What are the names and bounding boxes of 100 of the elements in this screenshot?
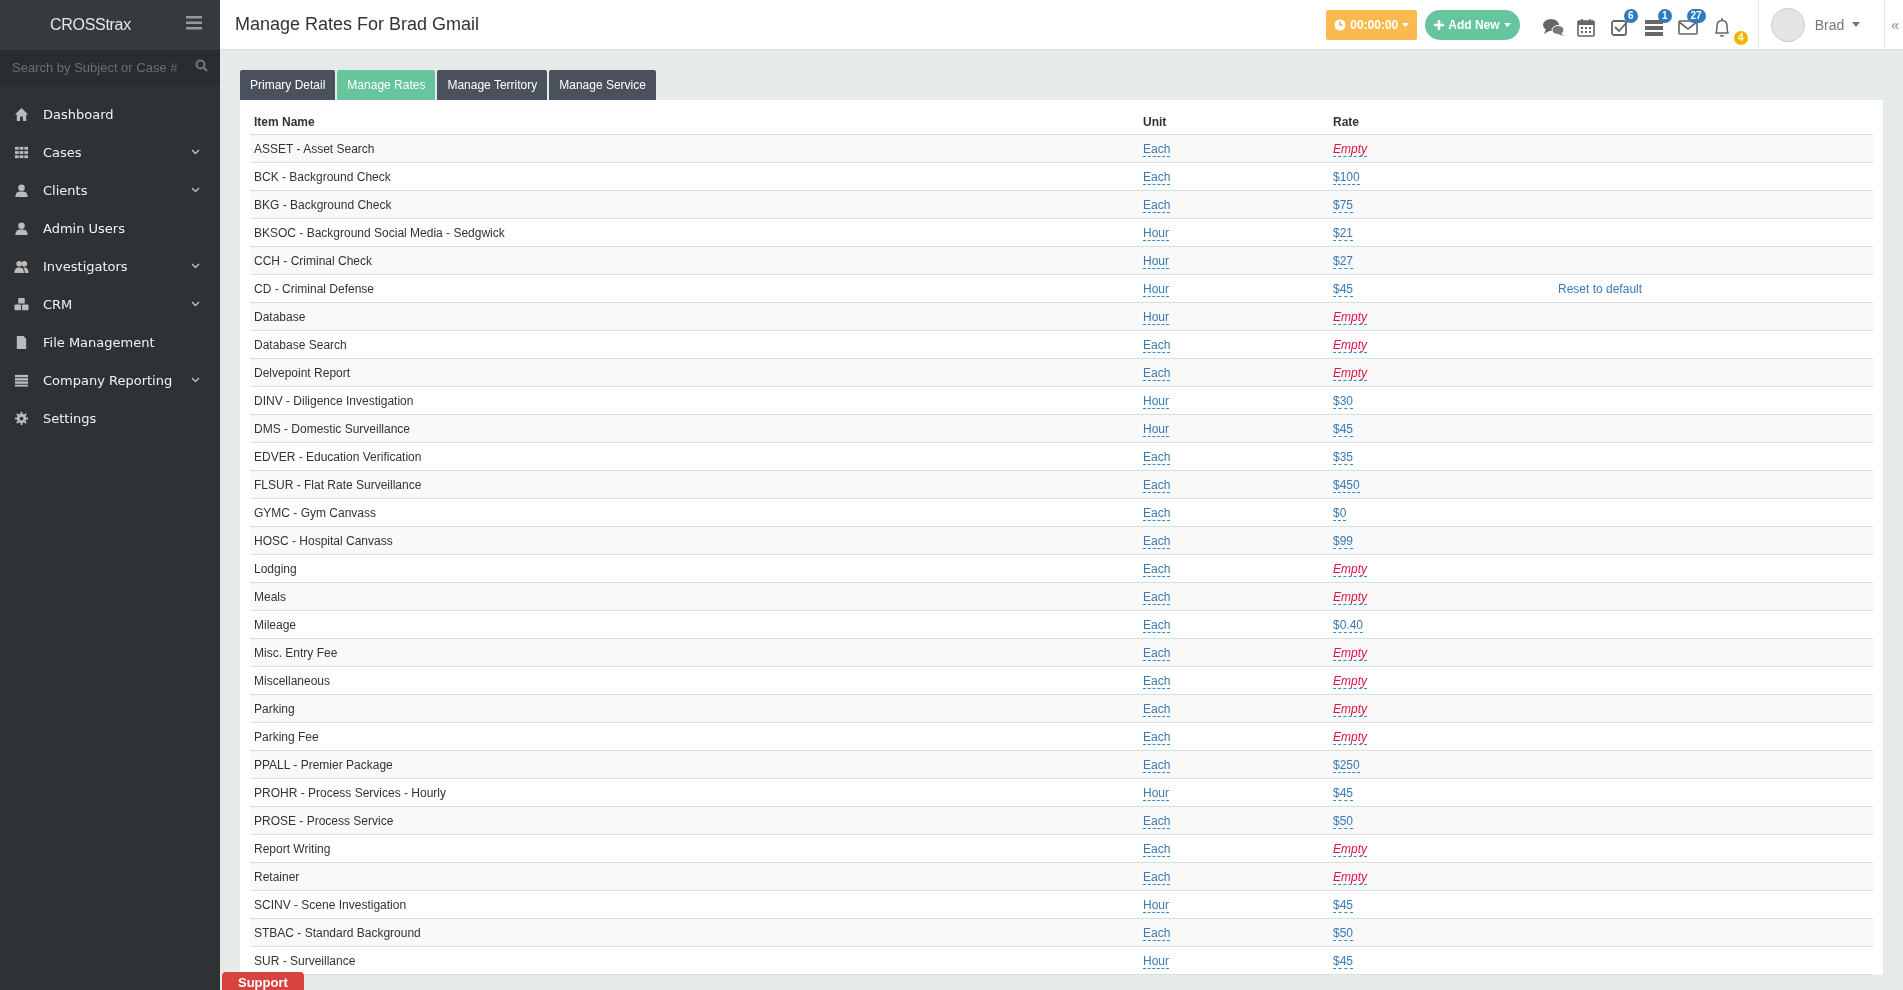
rate-link[interactable]: $100 (1333, 169, 1360, 185)
unit-link[interactable]: Each (1143, 645, 1171, 661)
rate-link[interactable]: $450 (1333, 477, 1360, 493)
rate-link[interactable]: $21 (1333, 225, 1354, 241)
page-title: Manage Rates For Brad Gmail (235, 14, 480, 35)
chat-icon[interactable] (1541, 16, 1564, 37)
sidebar-item[interactable]: Clients (0, 171, 220, 209)
table-cell: Mileage (254, 617, 297, 632)
unit-link[interactable]: Each (1143, 673, 1171, 689)
tab[interactable]: Manage Territory (437, 70, 548, 100)
sidebar-item[interactable]: CRM (0, 285, 220, 323)
unit-link[interactable]: Each (1143, 505, 1171, 521)
tab[interactable]: Primary Detail (240, 70, 336, 100)
rate-link[interactable]: $45 (1333, 785, 1354, 801)
rate-link[interactable]: Empty (1333, 673, 1367, 689)
table-cell: FLSUR - Flat Rate Surveillance (254, 477, 422, 492)
sidebar-item[interactable]: Company Reporting (0, 361, 220, 399)
reset-link[interactable]: Reset to default (1558, 281, 1643, 296)
table-cell: CCH - Criminal Check (254, 253, 372, 268)
unit-link[interactable]: Hour (1143, 953, 1169, 969)
unit-link[interactable]: Each (1143, 617, 1171, 633)
unit-link[interactable]: Hour (1143, 309, 1169, 325)
unit-link[interactable]: Hour (1143, 785, 1169, 801)
unit-link[interactable]: Each (1143, 813, 1171, 829)
tab[interactable]: Manage Service (549, 70, 656, 100)
calendar-icon[interactable] (1575, 16, 1598, 37)
rate-link[interactable]: Empty (1333, 561, 1367, 577)
sidebar-item[interactable]: Admin Users (0, 209, 220, 247)
unit-link[interactable]: Each (1143, 561, 1171, 577)
rate-link[interactable]: Empty (1333, 729, 1367, 745)
brand-name: CROSStrax (50, 16, 131, 34)
table-cell: EDVER - Education Verification (254, 449, 422, 464)
unit-link[interactable]: Each (1143, 477, 1171, 493)
search-icon (195, 59, 208, 72)
menu-icon[interactable] (186, 16, 202, 30)
unit-link[interactable]: Each (1143, 869, 1171, 885)
table-cell: Miscellaneous (254, 673, 331, 688)
sidebar-item[interactable]: File Management (0, 323, 220, 361)
rate-link[interactable]: Empty (1333, 141, 1367, 157)
support-button[interactable]: Support (222, 972, 304, 990)
rate-link[interactable]: $35 (1333, 449, 1354, 465)
user-menu[interactable]: Brad (1804, 16, 1867, 33)
rate-link[interactable]: $30 (1333, 393, 1354, 409)
unit-link[interactable]: Hour (1143, 253, 1169, 269)
rate-link[interactable]: $99 (1333, 533, 1354, 549)
unit-link[interactable]: Each (1143, 729, 1171, 745)
search-field[interactable]: Search by Subject or Case # (0, 50, 220, 84)
unit-link[interactable]: Each (1143, 197, 1171, 213)
rate-link[interactable]: Empty (1333, 337, 1367, 353)
table-cell: Retainer (254, 869, 300, 884)
rate-link[interactable]: $50 (1333, 813, 1354, 829)
table-cell: STBAC - Standard Background (254, 925, 421, 940)
unit-link[interactable]: Each (1143, 365, 1171, 381)
unit-link[interactable]: Hour (1143, 897, 1169, 913)
table-cell: PPALL - Premier Package (254, 757, 393, 772)
rate-link[interactable]: $45 (1333, 897, 1354, 913)
unit-link[interactable]: Hour (1143, 225, 1169, 241)
rate-link[interactable]: $75 (1333, 197, 1354, 213)
home-icon (14, 106, 29, 122)
sidebar-item[interactable]: Investigators (0, 247, 220, 285)
sidebar-item[interactable]: Cases (0, 133, 220, 171)
search-input[interactable]: Search by Subject or Case # (12, 59, 189, 75)
caret-icon (1503, 22, 1511, 27)
table-cell: Misc. Entry Fee (254, 645, 338, 660)
unit-link[interactable]: Each (1143, 589, 1171, 605)
unit-link[interactable]: Each (1143, 841, 1171, 857)
rate-link[interactable]: $0.40 (1333, 617, 1364, 633)
rate-link[interactable]: $45 (1333, 953, 1354, 969)
table-cell: Lodging (254, 561, 297, 576)
unit-link[interactable]: Each (1143, 141, 1171, 157)
rate-link[interactable]: Empty (1333, 309, 1367, 325)
rate-link[interactable]: Empty (1333, 701, 1367, 717)
unit-link[interactable]: Each (1143, 449, 1171, 465)
column-header: Rate (1333, 115, 1359, 129)
unit-link[interactable]: Each (1143, 169, 1171, 185)
rate-link[interactable]: Empty (1333, 841, 1367, 857)
rate-link[interactable]: $45 (1333, 421, 1354, 437)
unit-link[interactable]: Hour (1143, 281, 1169, 297)
rate-link[interactable]: Empty (1333, 869, 1367, 885)
table-cell: Database Search (254, 337, 347, 352)
unit-link[interactable]: Hour (1143, 393, 1169, 409)
collapse-button[interactable]: « (1891, 16, 1903, 33)
unit-link[interactable]: Each (1143, 757, 1171, 773)
sidebar-item[interactable]: Settings (0, 399, 220, 437)
rate-link[interactable]: $45 (1333, 281, 1354, 297)
rate-link[interactable]: $250 (1333, 757, 1360, 773)
column-header: Item Name (254, 115, 315, 129)
unit-link[interactable]: Hour (1143, 421, 1169, 437)
rate-link[interactable]: Empty (1333, 365, 1367, 381)
rate-link[interactable]: Empty (1333, 645, 1367, 661)
unit-link[interactable]: Each (1143, 925, 1171, 941)
rate-link[interactable]: Empty (1333, 589, 1367, 605)
unit-link[interactable]: Each (1143, 701, 1171, 717)
unit-link[interactable]: Each (1143, 337, 1171, 353)
unit-link[interactable]: Each (1143, 533, 1171, 549)
table-cell: PROSE - Process Service (254, 813, 394, 828)
rate-link[interactable]: $50 (1333, 925, 1354, 941)
rate-link[interactable]: $0 (1333, 505, 1347, 521)
rate-link[interactable]: $27 (1333, 253, 1354, 269)
sidebar-item[interactable]: Dashboard (0, 95, 220, 133)
